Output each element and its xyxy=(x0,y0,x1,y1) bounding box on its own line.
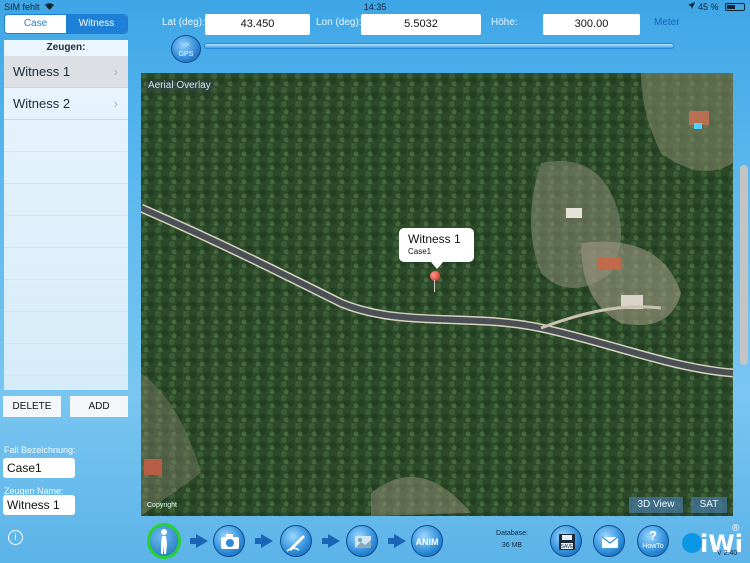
chevron-right-icon: › xyxy=(113,96,118,111)
callout-subtitle: Case1 xyxy=(408,247,432,256)
list-item-witness-1[interactable]: Witness 1 › xyxy=(4,56,128,88)
lat-label: Lat (deg): xyxy=(162,17,205,28)
battery-percent: 45 % xyxy=(698,2,719,12)
flow-arrow-icon xyxy=(190,534,208,548)
gps-arrow: -> xyxy=(182,42,190,49)
flow-arrow-icon xyxy=(388,534,406,548)
version-label: V 2.40 xyxy=(717,550,738,557)
scene-button[interactable] xyxy=(346,525,378,557)
camera-button[interactable] xyxy=(213,525,245,557)
save-label: SAVE xyxy=(560,544,574,550)
case-name-field[interactable]: Case1 xyxy=(3,458,75,478)
lat-field[interactable]: 43.450 xyxy=(205,14,310,35)
case-name-label: Fall Bezeichnung: xyxy=(4,445,76,455)
empty-row xyxy=(4,344,128,376)
empty-row xyxy=(4,184,128,216)
registered-mark: ® xyxy=(732,523,740,534)
howto-button[interactable]: ? HowTo xyxy=(637,525,669,557)
chevron-right-icon: › xyxy=(113,64,118,79)
callout-title: Witness 1 xyxy=(408,232,461,246)
pin-callout[interactable]: Witness 1 Case1 xyxy=(399,228,474,269)
sketch-button[interactable] xyxy=(280,525,312,557)
map-pin-icon[interactable] xyxy=(430,271,440,292)
height-slider[interactable] xyxy=(204,43,674,49)
save-button[interactable]: SAVE xyxy=(550,525,582,557)
aerial-overlay-label[interactable]: Aerial Overlay xyxy=(146,79,213,92)
camera-icon xyxy=(221,534,239,549)
delete-button[interactable]: DELETE xyxy=(3,396,61,417)
list-item-label: Witness 1 xyxy=(13,64,71,79)
database-label: Database: xyxy=(496,530,528,537)
height-field[interactable]: 300.00 xyxy=(543,14,640,35)
database-size: 36 MB xyxy=(501,542,523,549)
floppy-disk-icon xyxy=(559,534,575,550)
tab-case[interactable]: Case xyxy=(5,15,66,33)
status-bar: SIM fehlt 14:35 45 % xyxy=(0,0,750,14)
flow-arrow-icon xyxy=(322,534,340,548)
aerial-map[interactable]: Aerial Overlay Copyright Witness 1 Case1… xyxy=(141,73,733,516)
add-button[interactable]: ADD xyxy=(70,396,128,417)
clock: 14:35 xyxy=(363,2,387,12)
sat-button[interactable]: SAT xyxy=(691,497,727,513)
person-icon xyxy=(161,529,167,554)
location-arrow-icon xyxy=(687,1,696,12)
witness-list-header: Zeugen: xyxy=(46,42,86,53)
flow-arrow-icon xyxy=(255,534,273,548)
tab-witness[interactable]: Witness xyxy=(66,15,127,33)
case-witness-segmented-control: Case Witness xyxy=(4,14,128,34)
list-item-label: Witness 2 xyxy=(13,96,71,111)
witness-person-button[interactable] xyxy=(147,523,181,559)
empty-row xyxy=(4,120,128,152)
3d-view-button[interactable]: 3D View xyxy=(629,497,683,513)
anim-button[interactable]: ANIM xyxy=(411,525,443,557)
unit-toggle[interactable]: Meter xyxy=(654,17,680,28)
info-icon[interactable]: i xyxy=(8,530,23,545)
satellite-imagery xyxy=(141,73,733,516)
battery-icon xyxy=(725,3,745,11)
list-item-witness-2[interactable]: Witness 2 › xyxy=(4,88,128,120)
question-mark-icon: ? xyxy=(649,528,657,543)
database-info: Database: 36 MB xyxy=(487,528,537,552)
howto-label: HowTo xyxy=(642,543,664,550)
witness-name-field[interactable]: Witness 1 xyxy=(3,495,75,515)
height-label: Höhe: xyxy=(491,17,518,28)
mail-button[interactable] xyxy=(593,525,625,557)
envelope-icon xyxy=(601,536,619,548)
pen-hand-icon xyxy=(286,535,305,552)
gps-label: GPS xyxy=(178,51,194,58)
witness-list: Zeugen: Witness 1 › Witness 2 › xyxy=(4,40,128,390)
scrollbar[interactable] xyxy=(740,165,748,365)
copyright-label[interactable]: Copyright xyxy=(147,502,177,509)
empty-row xyxy=(4,312,128,344)
empty-row xyxy=(4,216,128,248)
iwi-logo: iWi ® V 2.40 xyxy=(682,523,744,559)
empty-row xyxy=(4,152,128,184)
logo-dot xyxy=(682,533,702,553)
gps-button[interactable]: -> GPS xyxy=(171,35,201,63)
empty-row xyxy=(4,280,128,312)
lon-field[interactable]: 5.5032 xyxy=(361,14,481,35)
lon-label: Lon (deg): xyxy=(316,17,362,28)
empty-row xyxy=(4,248,128,280)
scene-icon xyxy=(355,536,371,548)
